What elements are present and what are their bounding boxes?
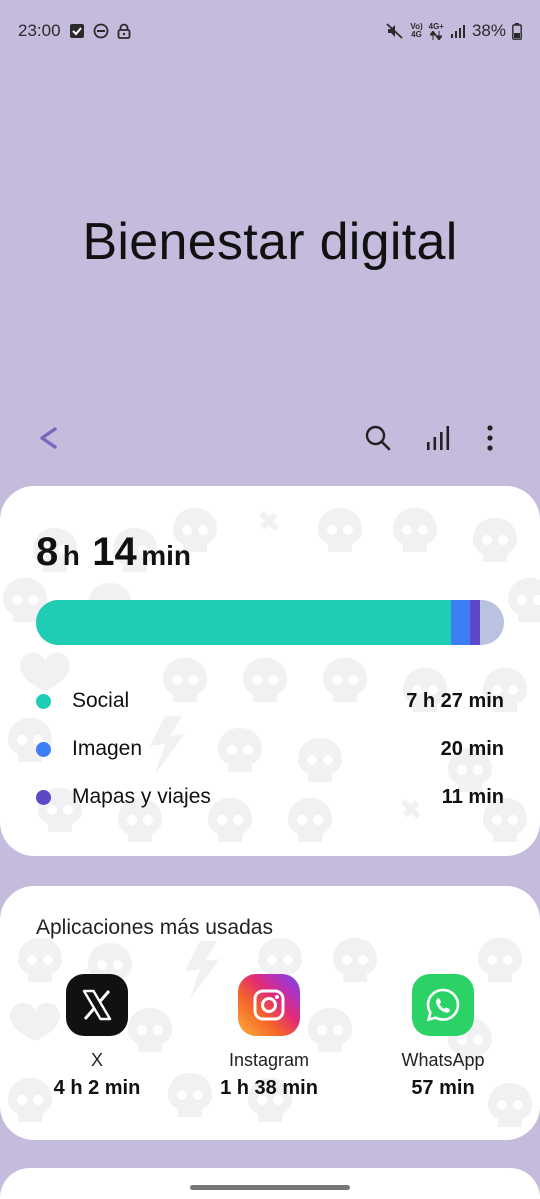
top-apps-card: Aplicaciones más usadas X 4 h 2 min Inst… (0, 886, 540, 1140)
x-app-icon[interactable] (66, 974, 128, 1036)
category-dot (36, 789, 51, 805)
status-right: Vo) 4G 4G+ 38% (386, 21, 522, 41)
total-hours-unit: h (62, 540, 80, 571)
more-icon (487, 425, 493, 451)
total-minutes-unit: min (141, 540, 191, 571)
app-item-instagram[interactable]: Instagram 1 h 38 min (194, 974, 344, 1100)
app-time: 4 h 2 min (53, 1077, 141, 1099)
category-dot (36, 741, 51, 757)
app-time: 57 min (411, 1077, 475, 1099)
search-icon (365, 425, 391, 451)
app-item-x[interactable]: X 4 h 2 min (22, 974, 172, 1100)
do-not-disturb-icon (93, 23, 109, 39)
category-value: 20 min (440, 737, 504, 760)
status-time: 23:00 (18, 21, 61, 40)
category-row-imagen: Imagen 20 min (36, 734, 504, 764)
category-row-mapas: Mapas y viajes 11 min (36, 782, 504, 812)
status-left: 23:00 (18, 21, 131, 41)
back-icon (40, 427, 57, 449)
app-time: 1 h 38 min (220, 1077, 318, 1099)
signal-icon (450, 23, 466, 39)
usage-bar (36, 600, 504, 645)
battery-icon (512, 22, 522, 40)
app-item-whatsapp[interactable]: WhatsApp 57 min (368, 974, 518, 1100)
total-screen-time: 8 h 14 min (36, 530, 199, 575)
app-name: Instagram (228, 1050, 310, 1070)
data-arrows-icon: 4G+ (429, 22, 444, 40)
stats-icon (427, 426, 450, 450)
lock-icon (117, 23, 131, 39)
checkbox-notification-icon (69, 23, 85, 39)
category-value: 7 h 27 min (406, 689, 504, 712)
status-bar: 23:00 Vo) 4G 4G+ 38% (0, 0, 540, 62)
category-label: Imagen (72, 737, 143, 760)
mute-icon (386, 23, 404, 39)
total-minutes: 14 (92, 530, 137, 574)
category-label: Social (72, 689, 130, 712)
usage-bar-segment (469, 600, 480, 645)
usage-bar-segment (36, 600, 452, 645)
stats-button[interactable] (420, 420, 456, 456)
usage-bar-segment (451, 600, 470, 645)
toolbar (0, 414, 540, 462)
page-title: Bienestar digital (82, 213, 458, 271)
volte-icon: Vo) 4G (410, 22, 423, 39)
category-label: Mapas y viajes (72, 785, 211, 808)
battery-percent: 38% (471, 21, 506, 40)
more-options-button[interactable] (472, 420, 508, 456)
gesture-navigation-bar[interactable] (190, 1185, 350, 1190)
top-apps-title: Aplicaciones más usadas (36, 916, 273, 939)
category-row-social: Social 7 h 27 min (36, 686, 504, 716)
total-hours: 8 (36, 530, 59, 574)
category-dot (36, 693, 51, 709)
usage-summary-content: 8 h 14 min Social 7 h 27 min Imagen 20 m… (0, 486, 540, 856)
app-name: X (90, 1050, 103, 1070)
whatsapp-app-icon[interactable] (412, 974, 474, 1036)
usage-summary-card[interactable]: 8 h 14 min Social 7 h 27 min Imagen 20 m… (0, 486, 540, 856)
back-button[interactable] (30, 420, 66, 456)
instagram-app-icon[interactable] (238, 974, 300, 1036)
next-card-partial (0, 1168, 540, 1199)
top-apps-content: Aplicaciones más usadas X 4 h 2 min Inst… (0, 886, 540, 1140)
category-value: 11 min (441, 785, 504, 808)
search-button[interactable] (360, 420, 396, 456)
app-name: WhatsApp (401, 1050, 485, 1070)
